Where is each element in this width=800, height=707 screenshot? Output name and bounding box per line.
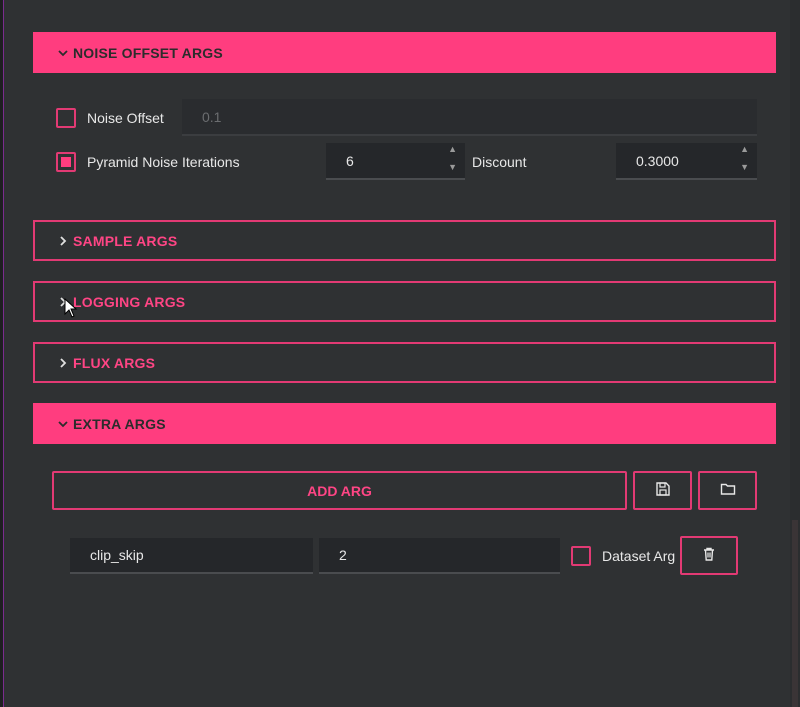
section-title: EXTRA ARGS [73, 415, 166, 432]
arg-name-value: clip_skip [90, 547, 144, 563]
section-header-sample[interactable]: SAMPLE ARGS [33, 220, 776, 261]
noise-offset-input[interactable]: 0.1 [182, 99, 757, 136]
add-arg-button[interactable]: ADD ARG [52, 471, 627, 510]
discount-label: Discount [472, 154, 527, 170]
arg-value-value: 2 [339, 547, 347, 563]
iterations-spinner[interactable]: ▲ ▼ [448, 145, 457, 172]
load-args-button[interactable] [698, 471, 757, 510]
chevron-down-icon [55, 45, 71, 61]
section-title: FLUX ARGS [73, 354, 156, 371]
trash-icon [701, 546, 717, 565]
scrollbar-thumb[interactable] [792, 520, 798, 707]
dataset-arg-label: Dataset Arg [602, 548, 676, 564]
iterations-stepper[interactable]: 6 ▲ ▼ [326, 143, 465, 180]
folder-icon [720, 481, 736, 500]
section-title: NOISE OFFSET ARGS [73, 44, 223, 61]
section-header-flux[interactable]: FLUX ARGS [33, 342, 776, 383]
section-header-logging[interactable]: LOGGING ARGS [33, 281, 776, 322]
iterations-value: 6 [346, 152, 354, 169]
chevron-down-icon [55, 416, 71, 432]
arrow-down-icon[interactable]: ▼ [740, 163, 749, 172]
mouse-cursor-icon [64, 298, 78, 318]
pyramid-noise-checkbox[interactable] [56, 152, 76, 172]
section-title: SAMPLE ARGS [73, 232, 178, 249]
section-title: LOGGING ARGS [73, 293, 186, 310]
discount-value: 0.3000 [636, 152, 679, 169]
dataset-arg-checkbox[interactable] [571, 546, 591, 566]
scrollbar[interactable] [790, 0, 800, 707]
discount-stepper[interactable]: 0.3000 ▲ ▼ [616, 143, 757, 180]
noise-offset-value: 0.1 [202, 108, 222, 125]
noise-offset-checkbox[interactable] [56, 108, 76, 128]
window-left-edge [0, 0, 4, 707]
chevron-right-icon [55, 355, 71, 371]
delete-arg-button[interactable] [680, 536, 738, 575]
section-header-noise-offset[interactable]: NOISE OFFSET ARGS [33, 32, 776, 73]
add-arg-label: ADD ARG [307, 482, 372, 499]
chevron-right-icon [55, 233, 71, 249]
arg-value-input[interactable]: 2 [319, 538, 560, 574]
noise-offset-label: Noise Offset [87, 110, 164, 126]
section-header-extra[interactable]: EXTRA ARGS [33, 403, 776, 444]
iterations-label: Iterations [182, 154, 240, 170]
arrow-down-icon[interactable]: ▼ [448, 163, 457, 172]
arrow-up-icon[interactable]: ▲ [740, 145, 749, 154]
arrow-up-icon[interactable]: ▲ [448, 145, 457, 154]
arg-name-input[interactable]: clip_skip [70, 538, 313, 574]
pyramid-noise-label: Pyramid Noise [87, 154, 179, 170]
save-args-button[interactable] [633, 471, 692, 510]
save-icon [655, 481, 671, 500]
discount-spinner[interactable]: ▲ ▼ [740, 145, 749, 172]
